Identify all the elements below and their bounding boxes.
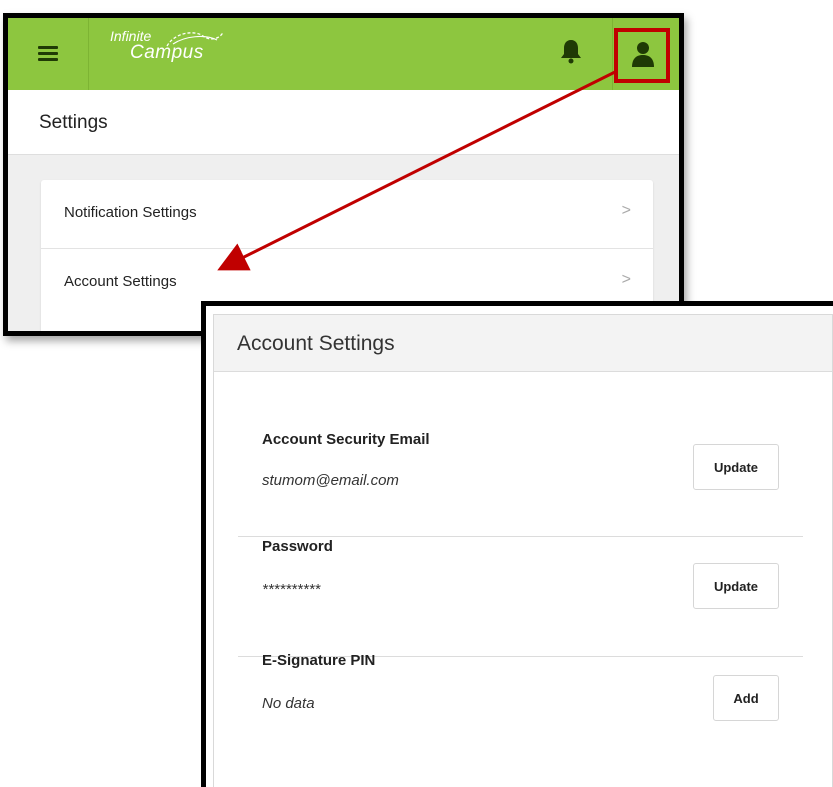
setting-value: stumom@email.com (262, 472, 399, 489)
update-email-button[interactable]: Update (693, 444, 779, 490)
add-pin-button[interactable]: Add (713, 675, 779, 721)
hamburger-icon (38, 46, 58, 62)
settings-item-notification[interactable]: Notification Settings > (41, 180, 653, 249)
user-icon-highlight-box (614, 28, 670, 83)
account-settings-screen: Account Settings Account Security Email … (201, 301, 833, 787)
settings-screen: Infinite Campus Settings Notification Se… (3, 13, 684, 336)
setting-password: Password ********** Update (238, 538, 803, 657)
setting-security-email: Account Security Email stumom@email.com … (238, 421, 803, 537)
chevron-right-icon: > (621, 271, 631, 288)
setting-esignature-pin: E-Signature PIN No data Add (238, 652, 803, 779)
setting-value: ********** (262, 581, 321, 598)
chevron-right-icon: > (621, 202, 631, 219)
account-settings-card: Account Settings Account Security Email … (213, 314, 833, 787)
settings-header: Settings (8, 90, 679, 155)
setting-name: Account Security Email (262, 431, 430, 448)
page-title: Settings (39, 112, 108, 133)
bell-icon[interactable] (560, 38, 582, 64)
setting-value: No data (262, 695, 315, 712)
page-title: Account Settings (237, 332, 395, 355)
top-bar: Infinite Campus (8, 18, 679, 90)
setting-name: E-Signature PIN (262, 652, 376, 669)
setting-name: Password (262, 538, 333, 555)
settings-item-label: Account Settings (64, 273, 177, 290)
menu-button[interactable] (8, 18, 89, 90)
settings-item-label: Notification Settings (64, 204, 197, 221)
infinite-campus-logo: Infinite Campus (110, 28, 230, 68)
update-password-button[interactable]: Update (693, 563, 779, 609)
account-settings-header: Account Settings (214, 315, 832, 372)
